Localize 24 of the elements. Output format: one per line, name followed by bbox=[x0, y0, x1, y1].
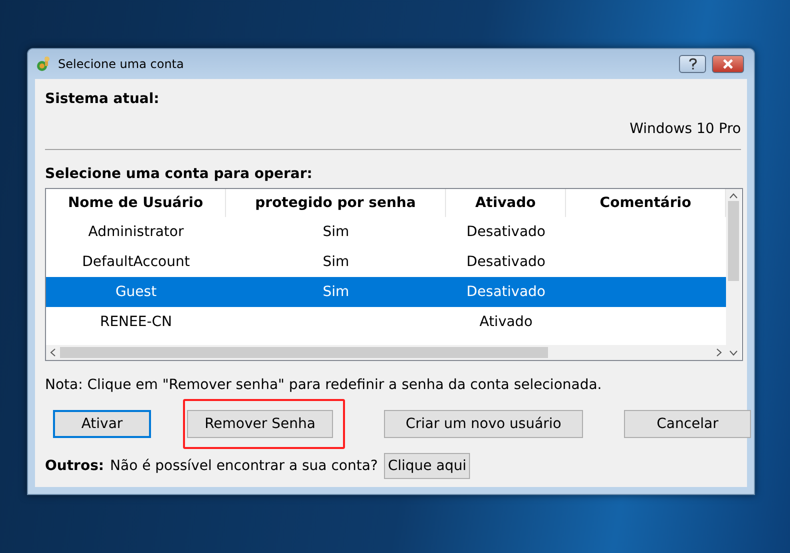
scrollbar-thumb[interactable] bbox=[60, 347, 548, 358]
system-value: Windows 10 Pro bbox=[628, 121, 741, 137]
table-cell[interactable]: Sim bbox=[226, 277, 446, 307]
others-label: Outros: bbox=[45, 458, 104, 474]
accounts-label: Selecione uma conta para operar: bbox=[45, 166, 314, 182]
note-text: Nota: Clique em "Remover senha" para redefinir a senha da conta selecionada. bbox=[45, 377, 603, 393]
dialog-button[interactable]: Ativar bbox=[53, 410, 151, 438]
scrollbar-thumb[interactable] bbox=[728, 201, 739, 281]
system-label: Sistema atual: bbox=[45, 91, 160, 107]
close-icon bbox=[722, 59, 734, 69]
help-button[interactable] bbox=[679, 55, 706, 73]
close-button[interactable] bbox=[712, 55, 744, 73]
others-text: Não é possível encontrar a sua conta? bbox=[110, 458, 378, 474]
window-title: Selecione uma conta bbox=[58, 57, 185, 71]
dialog-button[interactable]: Remover Senha bbox=[187, 410, 333, 438]
table-cell[interactable]: Desativado bbox=[446, 277, 566, 307]
dialog-button[interactable]: Cancelar bbox=[624, 410, 751, 438]
table-cell[interactable]: Guest bbox=[46, 277, 226, 307]
dialog-button[interactable]: Criar um novo usuário bbox=[384, 410, 583, 438]
click-here-button[interactable]: Clique aqui bbox=[384, 453, 470, 479]
horizontal-scrollbar[interactable] bbox=[46, 345, 726, 360]
key-icon bbox=[36, 56, 52, 72]
help-icon bbox=[688, 58, 696, 70]
vertical-scrollbar[interactable] bbox=[726, 189, 741, 360]
